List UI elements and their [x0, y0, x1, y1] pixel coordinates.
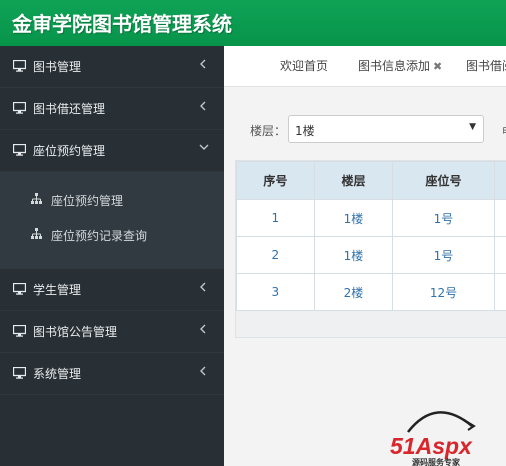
- tab-book-borrow[interactable]: 图书借阅: [466, 57, 506, 74]
- tab-label: 图书信息添加: [358, 59, 431, 73]
- table-cell: [493, 236, 506, 274]
- sidebar-subitem-seat-reservation[interactable]: 座位预约管理: [0, 184, 224, 216]
- table-cell: 1楼: [313, 199, 394, 237]
- sitemap-icon: [31, 193, 42, 204]
- sidebar-item-label: 学生管理: [33, 283, 82, 297]
- seat-table-panel: 序号 楼层 座位号 1 1楼 1号 2 1楼 1号 3 2楼 12号: [235, 160, 506, 338]
- column-header: 序号: [236, 161, 315, 200]
- chevron-left-icon: [200, 282, 206, 292]
- top-header-bar: 金审学院图书馆管理系统: [0, 0, 506, 46]
- sidebar-item-borrow-return[interactable]: 图书借还管理: [0, 88, 224, 130]
- sidebar-item-book-management[interactable]: 图书管理: [0, 46, 224, 88]
- table-cell: 1号: [392, 236, 495, 274]
- watermark-brand: 51Aspx: [390, 433, 473, 459]
- column-header-clipped: [493, 161, 506, 200]
- sidebar-item-label: 座位预约管理: [33, 144, 106, 158]
- table-row[interactable]: 3 2楼 12号: [236, 273, 506, 311]
- floor-label: 楼层：: [250, 124, 287, 138]
- monitor-icon: [13, 367, 26, 379]
- chevron-left-icon: [200, 101, 206, 111]
- close-icon[interactable]: ✖: [433, 60, 442, 73]
- table-cell: [493, 273, 506, 311]
- sidebar: 图书管理 图书借还管理 座位预约管理 座位预约管理 座位预约记录查询 学生管理 …: [0, 46, 224, 466]
- watermark-logo: 51Aspx 源码服务专家: [390, 411, 476, 466]
- sidebar-item-label: 系统管理: [33, 367, 82, 381]
- sidebar-subitem-label: 座位预约管理: [51, 194, 124, 208]
- sidebar-item-system-management[interactable]: 系统管理: [0, 353, 224, 395]
- table-row[interactable]: 2 1楼 1号: [236, 236, 506, 274]
- floor-select[interactable]: 1楼 ▼: [288, 115, 484, 143]
- table-cell: 2: [236, 236, 315, 274]
- sidebar-item-label: 图书馆公告管理: [33, 325, 118, 339]
- chevron-left-icon: [200, 366, 206, 376]
- caret-down-icon: ▼: [469, 122, 476, 132]
- table-row[interactable]: 1 1楼 1号: [236, 199, 506, 237]
- monitor-icon: [13, 144, 26, 156]
- column-header: 座位号: [392, 161, 495, 200]
- table-cell: 12号: [392, 273, 495, 311]
- chevron-left-icon: [200, 59, 206, 69]
- monitor-icon: [13, 325, 26, 337]
- sidebar-item-announcements[interactable]: 图书馆公告管理: [0, 311, 224, 353]
- chevron-down-icon: [199, 144, 209, 150]
- column-header: 楼层: [313, 161, 394, 200]
- monitor-icon: [13, 102, 26, 114]
- table-cell: 1楼: [313, 236, 394, 274]
- monitor-icon: [13, 283, 26, 295]
- floor-select-value: 1楼: [295, 124, 315, 138]
- sidebar-item-student-management[interactable]: 学生管理: [0, 269, 224, 311]
- app-title: 金审学院图书馆管理系统: [12, 12, 232, 36]
- watermark-tagline: 源码服务专家: [412, 457, 461, 466]
- tab-welcome[interactable]: 欢迎首页: [280, 57, 328, 74]
- sidebar-subitem-label: 座位预约记录查询: [51, 229, 148, 243]
- tab-book-info-add[interactable]: 图书信息添加 ✖: [358, 57, 442, 74]
- chevron-left-icon: [200, 324, 206, 334]
- table-cell: [493, 199, 506, 237]
- sitemap-icon: [31, 228, 42, 239]
- sidebar-item-seat-reservation[interactable]: 座位预约管理: [0, 130, 224, 172]
- table-cell: 1号: [392, 199, 495, 237]
- seat-table: 序号 楼层 座位号 1 1楼 1号 2 1楼 1号 3 2楼 12号: [236, 161, 506, 311]
- monitor-icon: [13, 60, 26, 72]
- table-cell: 1: [236, 199, 315, 237]
- table-header-row: 序号 楼层 座位号: [236, 161, 506, 200]
- sidebar-subitem-reservation-records[interactable]: 座位预约记录查询: [0, 219, 224, 251]
- tab-bar: 欢迎首页 图书信息添加✖ 图书借阅: [224, 46, 506, 87]
- table-cell: 2楼: [313, 273, 394, 311]
- sidebar-item-label: 图书借还管理: [33, 102, 106, 116]
- clipped-label: 申: [502, 123, 506, 139]
- sidebar-submenu: 座位预约管理 座位预约记录查询: [0, 172, 224, 269]
- table-cell: 3: [236, 273, 315, 311]
- sidebar-item-label: 图书管理: [33, 60, 82, 74]
